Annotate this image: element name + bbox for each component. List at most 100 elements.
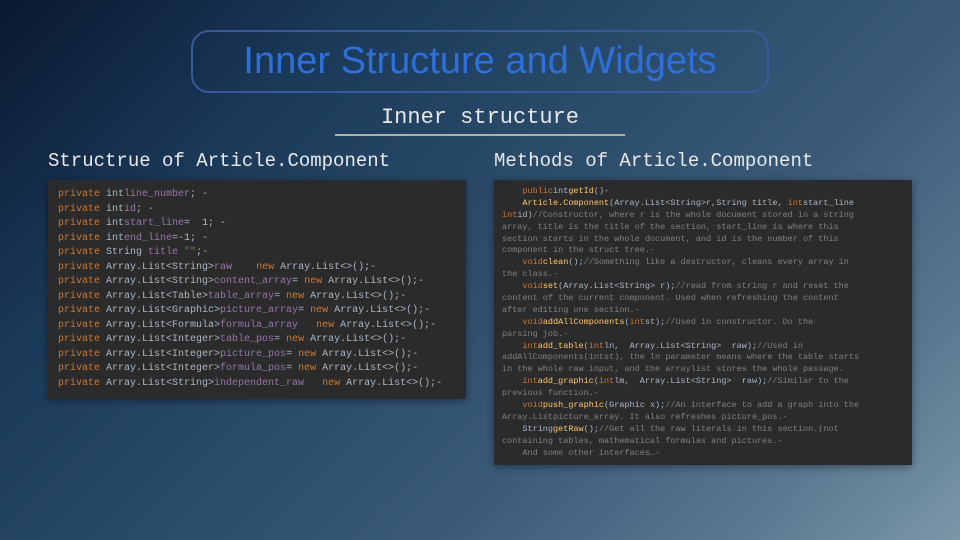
title-box: Inner Structure and Widgets — [191, 30, 768, 93]
code-token — [502, 376, 522, 386]
code-line: StringgetRaw();//Get all the raw literal… — [502, 424, 904, 436]
code-token: private — [58, 378, 106, 389]
code-token — [502, 317, 522, 327]
code-line: in the whole raw input, and the arraylis… — [502, 364, 904, 376]
code-token: id — [124, 204, 136, 215]
code-token: Array.List<>();- — [340, 320, 436, 331]
code-token: picture_pos — [220, 349, 286, 360]
code-token: Array.List<Integer> — [106, 334, 220, 345]
code-token: private — [58, 262, 106, 273]
code-token: lm, Array.List<String> raw); — [614, 376, 767, 386]
code-token: //An interface to add a graph into the — [665, 400, 859, 410]
code-token: formula_array — [220, 320, 316, 331]
code-token: start_line — [124, 218, 184, 229]
code-token: Array.List<Graphic> — [106, 305, 220, 316]
code-token: add_table — [538, 341, 584, 351]
code-token: Array.List<String> — [106, 276, 214, 287]
code-token: new — [286, 291, 310, 302]
code-token: addAllComponents — [543, 317, 625, 327]
code-token: Array.List<>();- — [280, 262, 376, 273]
code-token: int — [106, 204, 124, 215]
code-token: previous function.- — [502, 388, 599, 398]
code-line: after editing one section.- — [502, 305, 904, 317]
code-token: //read from string r and reset the — [675, 281, 848, 291]
code-token: Array.List<Integer> — [106, 363, 220, 374]
code-token: line_number — [124, 189, 190, 200]
left-column: Structrue of Article.Component private i… — [48, 150, 466, 465]
code-token: ; - — [190, 189, 208, 200]
code-line: private intstart_line= 1; - — [58, 217, 456, 232]
code-token: Array.List<String> — [106, 378, 214, 389]
code-token — [502, 400, 522, 410]
code-token: private — [58, 334, 106, 345]
code-token: private — [58, 349, 106, 360]
code-token: int — [106, 233, 124, 244]
columns: Structrue of Article.Component private i… — [40, 150, 920, 465]
code-token: component in the struct tree.- — [502, 245, 655, 255]
code-line: intid)//Constructor, where r is the whol… — [502, 210, 904, 222]
code-token: content of the current component. Used w… — [502, 293, 839, 303]
code-line: private Array.List<String>content_array=… — [58, 275, 456, 290]
code-line: Article.Component(Array.List<String>r,St… — [502, 198, 904, 210]
code-token: Array.List<>();- — [310, 334, 406, 345]
code-token: getId — [568, 186, 594, 196]
code-line: parsing job.- — [502, 329, 904, 341]
code-token: //Constructor, where r is the whole docu… — [533, 210, 854, 220]
code-token: Array.List<>();- — [322, 349, 418, 360]
code-line: private Array.List<Integer>table_pos= ne… — [58, 333, 456, 348]
code-line: voidclean();//Something like a destructo… — [502, 257, 904, 269]
slide-subtitle: Inner structure — [40, 105, 920, 130]
code-line: Array.Listpicture_array. It also refresh… — [502, 412, 904, 424]
code-token: raw — [214, 262, 256, 273]
code-token: int — [502, 210, 517, 220]
code-token: "" — [184, 247, 196, 258]
code-token: Array.List<>();- — [346, 378, 442, 389]
code-token: Array.List<>();- — [328, 276, 424, 287]
code-token: array, title is the title of the section… — [502, 222, 839, 232]
code-token: start_line — [803, 198, 854, 208]
code-token: Article.Component — [522, 198, 609, 208]
right-heading: Methods of Article.Component — [494, 150, 912, 172]
code-token: addAllComponents(intst), the ln paramete… — [502, 352, 859, 362]
code-token: //Something like a destructor, cleans ev… — [584, 257, 849, 267]
code-token: Array.List<>();- — [322, 363, 418, 374]
code-line: voidpush_graphic(Graphic x);//An interfa… — [502, 400, 904, 412]
code-token: = — [286, 363, 298, 374]
code-token: void — [522, 400, 542, 410]
code-token: int — [106, 218, 124, 229]
code-token: section starts in the whole document, an… — [502, 234, 839, 244]
code-token: getRaw — [553, 424, 584, 434]
code-token: private — [58, 363, 106, 374]
code-token: new — [304, 276, 328, 287]
code-token: private — [58, 305, 106, 316]
code-token: =-1; - — [172, 233, 208, 244]
code-token: (Array.List<String>r,String title, — [609, 198, 788, 208]
code-line: private intend_line=-1; - — [58, 232, 456, 247]
code-token: picture_array — [220, 305, 298, 316]
code-token — [502, 198, 522, 208]
code-token: String — [106, 247, 148, 258]
code-token: private — [58, 233, 106, 244]
code-token: = — [274, 334, 286, 345]
code-token — [502, 341, 522, 351]
code-token — [502, 186, 522, 196]
code-token: (); — [568, 257, 583, 267]
code-token: new — [298, 349, 322, 360]
code-token: Array.Listpicture_array. It also refresh… — [502, 412, 788, 422]
code-token: independent_raw — [214, 378, 322, 389]
code-token: new — [298, 363, 322, 374]
code-token: //Used in — [757, 341, 803, 351]
left-code-block: private intline_number; -private intid; … — [48, 180, 466, 399]
code-token: push_graphic — [543, 400, 604, 410]
code-token: private — [58, 204, 106, 215]
code-token: = — [274, 291, 286, 302]
code-token: ()- — [594, 186, 609, 196]
code-token — [502, 281, 522, 291]
code-token: Array.List<Formula> — [106, 320, 220, 331]
code-token: set — [543, 281, 558, 291]
right-column: Methods of Article.Component publicintge… — [494, 150, 912, 465]
code-line: private Array.List<Formula>formula_array… — [58, 319, 456, 334]
code-token — [502, 257, 522, 267]
code-token: And some other interfaces…- — [502, 448, 660, 458]
code-token: int — [630, 317, 645, 327]
